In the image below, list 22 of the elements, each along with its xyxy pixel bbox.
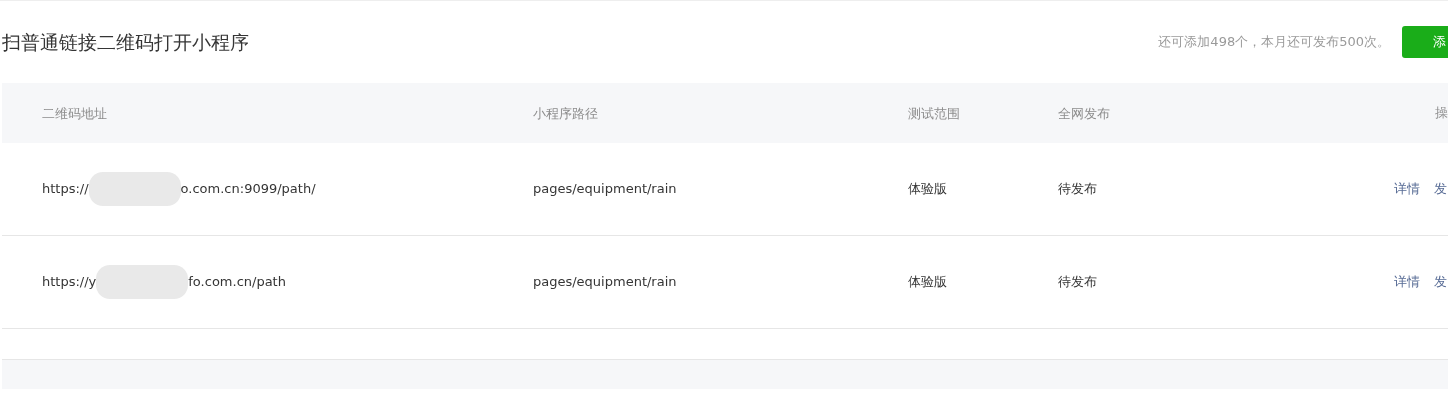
column-header: 二维码地址	[42, 106, 107, 121]
table-cell: pages/equipment/rain	[533, 274, 677, 290]
table-cell-text: fo.com.cn/path	[188, 273, 286, 292]
column-header: 全网发布	[1058, 106, 1110, 121]
action-link[interactable]: 发	[1434, 179, 1447, 199]
table-cell: 体验版	[908, 274, 947, 290]
add-button[interactable]: 添	[1402, 26, 1448, 58]
quota-note: 还可添加498个，本月还可发布500次。	[1158, 33, 1390, 52]
table-cell-text: https://	[42, 180, 89, 199]
action-link[interactable]: 发	[1434, 272, 1447, 292]
table-cell: 体验版	[908, 181, 947, 197]
table-cell-text: https://y	[42, 273, 97, 292]
column-header: 测试范围	[908, 106, 960, 121]
table-cell-text: o.com.cn:9099/path/	[180, 180, 316, 199]
table-cell: 待发布	[1058, 274, 1097, 290]
table-cell: 待发布	[1058, 181, 1097, 197]
action-link[interactable]: 详情	[1394, 179, 1420, 199]
column-header: 小程序路径	[533, 106, 598, 121]
action-link[interactable]: 详情	[1394, 272, 1420, 292]
table-cell: pages/equipment/rain	[533, 181, 677, 197]
column-header: 操	[1435, 104, 1448, 123]
page-title: 扫普通链接二维码打开小程序	[2, 29, 249, 55]
